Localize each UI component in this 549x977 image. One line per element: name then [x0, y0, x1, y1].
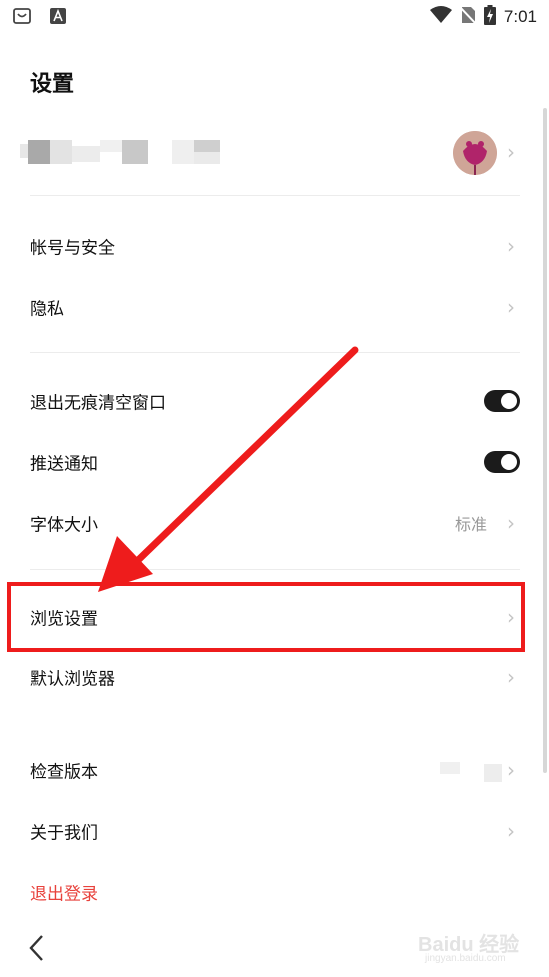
row-label: 检查版本 — [30, 762, 98, 783]
font-size-value: 标准 — [454, 515, 487, 534]
store-icon — [12, 6, 32, 30]
status-time: 7:01 — [503, 7, 537, 26]
row-label: 默认浏览器 — [30, 669, 115, 690]
row-label: 退出无痕清空窗口 — [30, 393, 166, 414]
divider — [30, 569, 520, 570]
row-account-security[interactable]: 帐号与安全 › — [0, 216, 549, 276]
avatar[interactable] — [453, 131, 497, 175]
row-label: 推送通知 — [30, 454, 98, 475]
chevron-right-icon: › — [507, 234, 515, 258]
chevron-right-icon: › — [507, 295, 515, 319]
battery-charging-icon — [483, 5, 496, 29]
row-label: 隐私 — [30, 299, 64, 320]
row-about-us[interactable]: 关于我们 › — [0, 801, 549, 861]
chevron-right-icon: › — [507, 665, 515, 689]
row-default-browser[interactable]: 默认浏览器 › — [0, 647, 549, 707]
font-a-icon — [50, 8, 66, 28]
highlight-annotation-box — [7, 582, 525, 652]
chevron-right-icon: › — [507, 140, 515, 164]
logout-label: 退出登录 — [30, 884, 98, 905]
chevron-right-icon: › — [507, 511, 515, 535]
page-title: 设置 — [30, 72, 75, 97]
profile-row[interactable]: › — [0, 128, 549, 178]
row-label: 关于我们 — [30, 823, 98, 844]
blurred-version — [440, 762, 460, 774]
chevron-right-icon: › — [507, 819, 515, 843]
row-check-version[interactable]: 检查版本 › — [0, 740, 549, 800]
status-bar: 7:01 — [0, 0, 549, 32]
divider — [30, 352, 520, 353]
row-clear-incognito[interactable]: 退出无痕清空窗口 — [0, 371, 549, 431]
divider — [30, 195, 520, 196]
row-label: 帐号与安全 — [30, 238, 115, 259]
watermark-url: jingyan.baidu.com — [425, 953, 506, 964]
row-push-notifications[interactable]: 推送通知 — [0, 432, 549, 492]
back-arrow-icon[interactable] — [28, 934, 44, 969]
incognito-toggle[interactable] — [484, 390, 520, 412]
row-privacy[interactable]: 隐私 › — [0, 277, 549, 337]
wifi-icon — [429, 6, 452, 28]
row-font-size[interactable]: 字体大小 标准 › — [0, 493, 549, 553]
blurred-username — [20, 140, 220, 166]
row-label: 字体大小 — [30, 515, 98, 536]
blurred-version — [484, 764, 502, 782]
push-toggle[interactable] — [484, 451, 520, 473]
no-sim-icon — [459, 5, 477, 29]
row-logout[interactable]: 退出登录 — [0, 862, 549, 922]
chevron-right-icon: › — [507, 758, 515, 782]
